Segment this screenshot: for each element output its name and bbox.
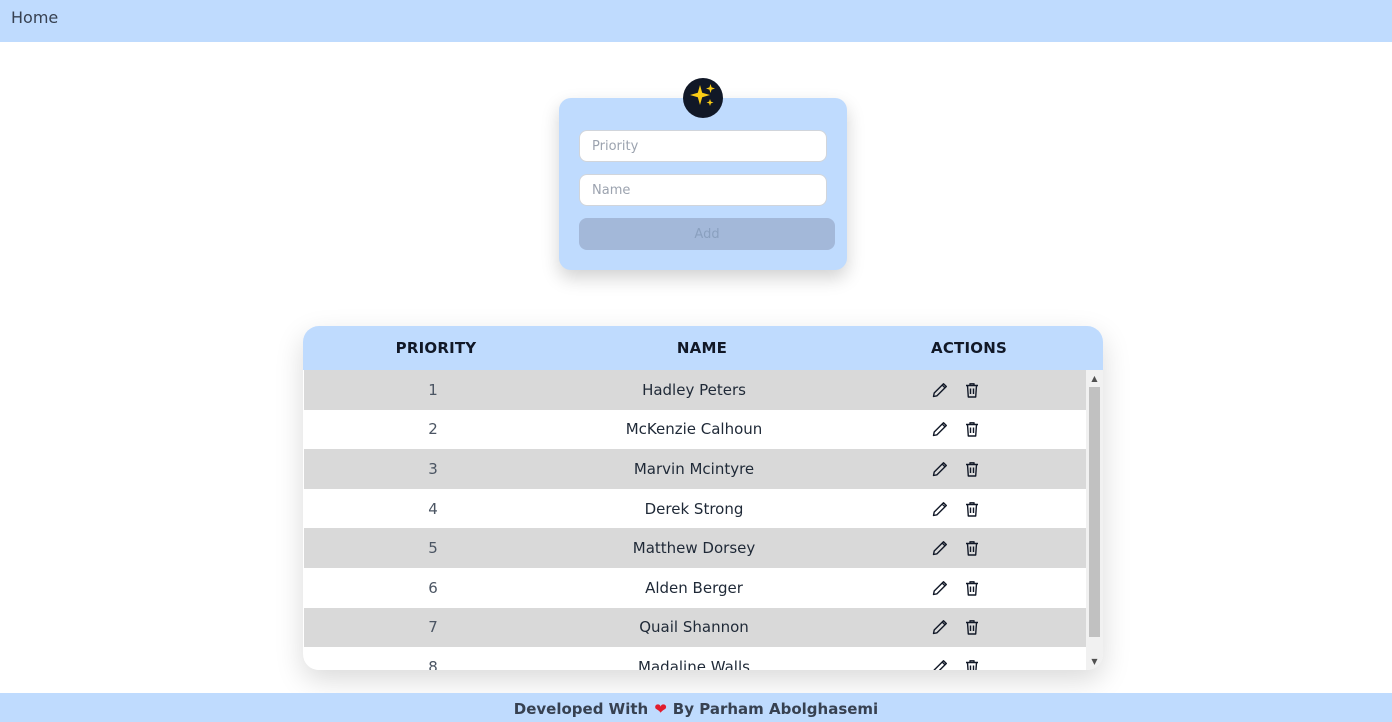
row-priority: 6	[428, 578, 438, 597]
trash-icon[interactable]	[962, 419, 982, 439]
table-header: PRIORITY NAME ACTIONS	[303, 326, 1103, 370]
row-priority: 3	[428, 459, 438, 478]
trash-icon[interactable]	[962, 617, 982, 637]
pencil-icon[interactable]	[930, 419, 950, 439]
home-link[interactable]: Home	[11, 8, 58, 27]
row-priority: 5	[428, 539, 438, 558]
row-priority: 2	[428, 420, 438, 439]
add-button[interactable]: Add	[579, 218, 835, 250]
sparkles-icon	[689, 82, 717, 114]
pencil-icon[interactable]	[930, 459, 950, 479]
top-navbar: Home	[0, 0, 1392, 42]
row-name: Derek Strong	[644, 499, 744, 518]
row-name: Quail Shannon	[639, 618, 749, 637]
scroll-down-arrow-icon[interactable]: ▼	[1086, 653, 1103, 670]
row-name: Madaline Walls	[638, 657, 750, 670]
priority-input[interactable]	[579, 130, 827, 162]
table-row: 8 Madaline Walls	[304, 647, 1086, 670]
pencil-icon[interactable]	[930, 380, 950, 400]
header-actions: ACTIONS	[931, 339, 1007, 357]
row-actions	[930, 657, 982, 670]
table-row: 3 Marvin Mcintyre	[304, 449, 1086, 489]
name-input[interactable]	[579, 174, 827, 206]
header-priority: PRIORITY	[395, 339, 477, 357]
trash-icon[interactable]	[962, 380, 982, 400]
scroll-up-arrow-icon[interactable]: ▲	[1086, 370, 1103, 387]
pencil-icon[interactable]	[930, 657, 950, 670]
pencil-icon[interactable]	[930, 617, 950, 637]
row-name: Matthew Dorsey	[632, 539, 756, 558]
row-priority: 8	[428, 657, 438, 670]
row-name: Alden Berger	[645, 578, 743, 597]
pencil-icon[interactable]	[930, 499, 950, 519]
row-name: Marvin Mcintyre	[633, 459, 755, 478]
table-body: 1 Hadley Peters 2 McKenzie Calhoun 3 Mar…	[304, 370, 1086, 670]
row-actions	[930, 380, 982, 400]
row-actions	[930, 499, 982, 519]
sparkles-badge	[683, 78, 723, 118]
trash-icon[interactable]	[962, 459, 982, 479]
row-priority: 1	[428, 380, 438, 399]
trash-icon[interactable]	[962, 499, 982, 519]
header-name: NAME	[676, 339, 728, 357]
heart-icon: ❤	[654, 700, 667, 718]
row-actions	[930, 578, 982, 598]
row-priority: 4	[428, 499, 438, 518]
footer: Developed With ❤ By Parham Abolghasemi	[0, 693, 1392, 722]
trash-icon[interactable]	[962, 578, 982, 598]
footer-prefix: Developed With	[513, 700, 649, 718]
row-actions	[930, 419, 982, 439]
scrollbar-thumb[interactable]	[1089, 387, 1100, 637]
trash-icon[interactable]	[962, 538, 982, 558]
pencil-icon[interactable]	[930, 538, 950, 558]
row-actions	[930, 459, 982, 479]
pencil-icon[interactable]	[930, 578, 950, 598]
table-row: 2 McKenzie Calhoun	[304, 409, 1086, 450]
table-row: 5 Matthew Dorsey	[304, 528, 1086, 568]
footer-author: By Parham Abolghasemi	[672, 700, 879, 718]
table-row: 1 Hadley Peters	[304, 370, 1086, 410]
row-priority: 7	[428, 618, 438, 637]
row-name: McKenzie Calhoun	[625, 420, 763, 439]
row-actions	[930, 538, 982, 558]
table-row: 7 Quail Shannon	[304, 607, 1086, 648]
items-table: PRIORITY NAME ACTIONS 1 Hadley Peters 2 …	[303, 326, 1103, 670]
table-row: 4 Derek Strong	[304, 488, 1086, 529]
trash-icon[interactable]	[962, 657, 982, 670]
table-row: 6 Alden Berger	[304, 567, 1086, 608]
add-item-form: Add	[559, 98, 847, 270]
row-name: Hadley Peters	[642, 380, 746, 399]
table-scrollbar[interactable]: ▲ ▼	[1086, 370, 1103, 670]
row-actions	[930, 617, 982, 637]
